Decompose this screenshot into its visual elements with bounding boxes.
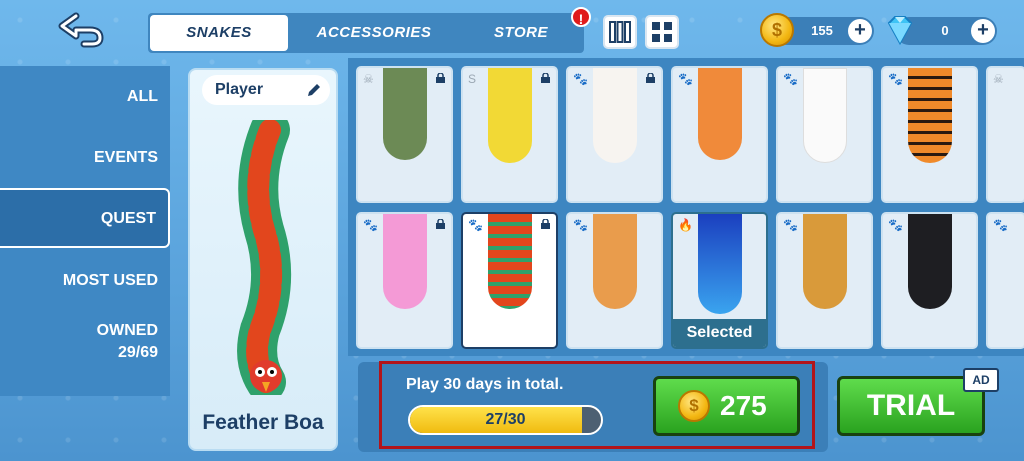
s-icon: S [468,72,477,86]
grid-view-button[interactable] [645,15,679,49]
skin-card-ice-dragon[interactable]: 🔥 Selected [671,212,768,349]
diamond-icon [887,16,913,46]
skin-card-bunny[interactable]: 🐾 [566,66,663,203]
columns-icon [609,21,631,43]
skin-card-zombie[interactable]: ☠ [356,66,453,203]
gem-count: 0 [941,23,949,38]
lock-icon [436,219,445,229]
category-tabs: SNAKES ACCESSORIES STORE [148,13,584,53]
lion-snake-image [802,214,847,309]
category-sidebar: ALL EVENTS QUEST MOST USED OWNED 29/69 [0,66,170,396]
gem-balance: 0 + [887,16,997,46]
pink-cat-snake-image [382,214,427,309]
lock-icon [541,73,550,83]
pencil-icon[interactable] [305,81,323,99]
skull-icon: ☠ [993,72,1004,86]
skin-card-partial-2[interactable]: 🐾 [986,212,1024,349]
paw-icon: 🐾 [888,72,903,86]
paw-icon: 🐾 [363,218,378,232]
back-arrow-icon[interactable] [58,12,108,48]
skin-card-hamster[interactable]: S [461,66,558,203]
skin-card-white-cat[interactable]: 🐾 [776,66,873,203]
corgi-snake-image [592,214,637,309]
skin-card-feather-boa[interactable]: 🐾 [461,212,558,349]
snake-name: Feather Boa [202,411,324,434]
sidebar-item-events[interactable]: EVENTS [0,149,170,167]
paw-icon: 🐾 [678,72,693,86]
store-notification-badge: ! [571,7,591,27]
skin-card-partial[interactable]: ☠ [986,66,1024,203]
add-coins-button[interactable]: + [848,19,872,43]
paw-icon: 🐾 [468,218,483,232]
lock-icon [646,73,655,83]
ice-dragon-snake-image [697,214,742,314]
quest-highlight-frame [379,361,815,449]
selected-label: Selected [673,319,766,347]
grid-icon [652,22,672,42]
player-name-label: Player [215,81,264,98]
hamster-snake-image [487,68,532,163]
sidebar-item-all[interactable]: ALL [0,88,170,106]
paw-icon: 🐾 [888,218,903,232]
coin-icon: $ [760,13,794,47]
player-name-field[interactable]: Player [202,75,330,105]
coin-count: 155 [811,23,833,38]
feather-boa-snake-preview [237,120,292,395]
lock-icon [436,73,445,83]
paw-icon: 🐾 [993,218,1008,232]
paw-icon: 🐾 [783,72,798,86]
add-gems-button[interactable]: + [971,19,995,43]
sidebar-item-most-used[interactable]: MOST USED [0,272,170,290]
skin-card-lion[interactable]: 🐾 [776,212,873,349]
bunny-snake-image [592,68,637,163]
sidebar-item-owned[interactable]: OWNED [0,322,170,340]
feather-boa-snake-image [487,214,532,309]
skull-icon: ☠ [363,72,374,86]
ad-icon: AD [963,368,999,392]
skin-card-fox[interactable]: 🐾 [671,66,768,203]
white-cat-snake-image [802,68,847,163]
owned-count: 29/69 [117,344,158,361]
paw-icon: 🐾 [783,218,798,232]
paw-icon: 🐾 [573,218,588,232]
snake-preview-panel: Player Feather Boa [188,68,338,451]
tab-accessories[interactable]: ACCESSORIES [293,13,455,53]
lock-icon [541,219,550,229]
coin-balance: $ 155 + [760,13,874,47]
skin-card-tiger[interactable]: 🐾 [881,66,978,203]
list-view-button[interactable] [603,15,637,49]
tab-snakes[interactable]: SNAKES [150,15,288,51]
snake-skin-grid: ☠ S 🐾 🐾 🐾 🐾 ☠ 🐾 🐾 🐾 🔥 Selected 🐾 🐾 🐾 [348,58,1024,356]
sidebar-item-quest[interactable]: QUEST [0,188,170,248]
fox-snake-image [697,68,742,160]
flame-icon: 🔥 [678,218,693,232]
black-panther-snake-image [907,214,952,309]
skin-card-black-panther[interactable]: 🐾 [881,212,978,349]
tab-store[interactable]: STORE [466,13,576,53]
zombie-snake-image [382,68,427,160]
skin-card-corgi[interactable]: 🐾 [566,212,663,349]
skin-card-pink-cat[interactable]: 🐾 [356,212,453,349]
tiger-snake-image [907,68,952,163]
paw-icon: 🐾 [573,72,588,86]
